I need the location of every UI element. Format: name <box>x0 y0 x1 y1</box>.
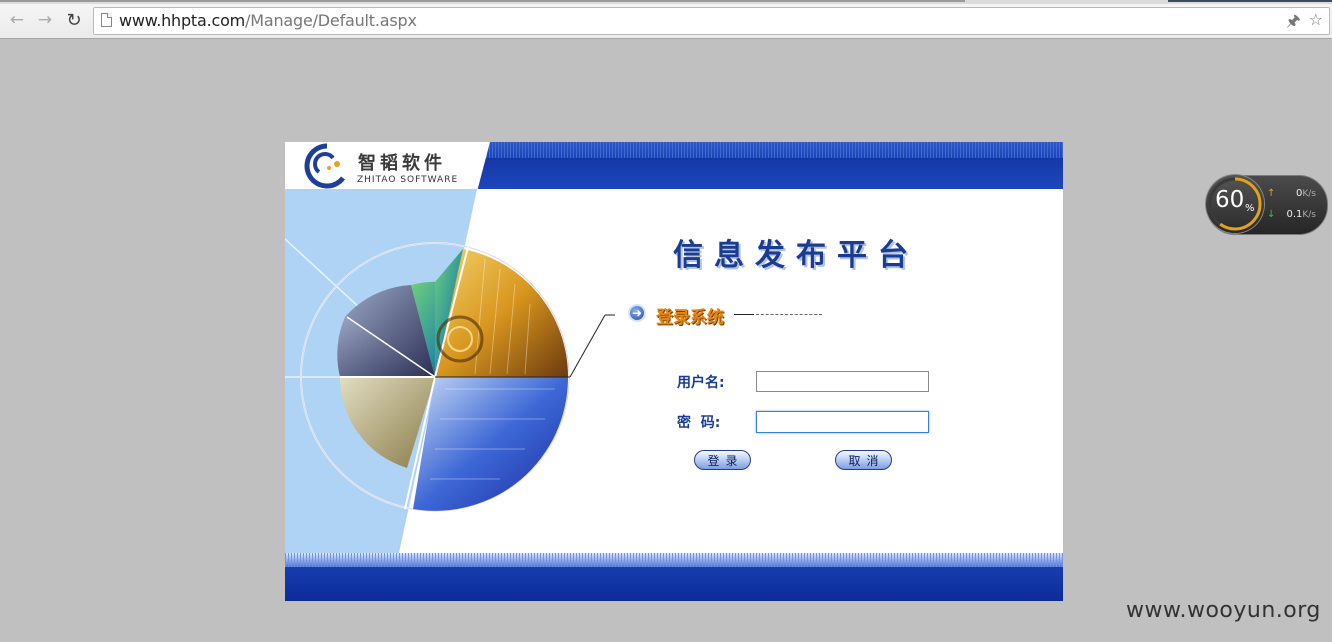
logo-text-cn: 智韬软件 <box>358 153 446 174</box>
download-arrow-icon: ↓ <box>1267 209 1276 220</box>
back-icon[interactable]: ← <box>5 8 29 32</box>
forward-icon[interactable]: → <box>33 8 57 32</box>
pin-icon[interactable]: 🖈 <box>1286 10 1301 37</box>
username-label: 用户名: <box>677 375 725 391</box>
decorative-image-collage <box>285 189 615 553</box>
page-icon <box>101 13 112 27</box>
platform-title: 信息发布平台 <box>673 238 919 273</box>
gauge-percent-sign: % <box>1245 203 1255 214</box>
download-speed: 0.1K/s <box>1276 209 1316 220</box>
company-logo-icon <box>304 143 345 189</box>
url-text[interactable]: www.hhpta.com/Manage/Default.aspx <box>119 11 417 30</box>
login-section-title: 登录系统 <box>656 308 724 328</box>
download-value: 0.1 <box>1286 209 1303 220</box>
gauge-percent: 60 <box>1215 187 1245 213</box>
upload-speed: 0K/s <box>1276 188 1316 199</box>
url-path: /Manage/Default.aspx <box>245 11 417 30</box>
arrow-circle-icon: ➜ <box>628 304 646 322</box>
password-input[interactable] <box>756 411 929 433</box>
divider-dashed <box>756 314 822 315</box>
browser-toolbar: ← → ↻ www.hhpta.com/Manage/Default.aspx … <box>0 4 1332 39</box>
login-button[interactable]: 登录 <box>694 450 751 470</box>
cancel-button[interactable]: 取消 <box>835 450 892 470</box>
watermark: www.wooyun.org <box>1126 598 1321 623</box>
tab-edge <box>0 0 965 2</box>
logo-text-en: ZHITAO SOFTWARE <box>357 175 459 185</box>
download-unit: K/s <box>1302 210 1316 220</box>
upload-arrow-icon: ↑ <box>1267 188 1276 199</box>
footer-band <box>285 553 1063 601</box>
url-host: www.hhpta.com <box>119 11 246 30</box>
address-bar[interactable]: www.hhpta.com/Manage/Default.aspx 🖈 ☆ <box>93 7 1330 35</box>
upload-unit: K/s <box>1302 189 1316 199</box>
tab-edge-dark <box>1168 0 1332 2</box>
divider-line <box>734 314 754 315</box>
password-label: 密 码: <box>677 415 721 431</box>
login-panel: 智韬软件 ZHITAO SOFTWARE 信息发布平台 ➜ 登录系统 用户名: … <box>285 142 1063 601</box>
reload-icon[interactable]: ↻ <box>62 8 86 32</box>
star-icon[interactable]: ☆ <box>1309 10 1323 37</box>
username-input[interactable] <box>756 371 929 392</box>
